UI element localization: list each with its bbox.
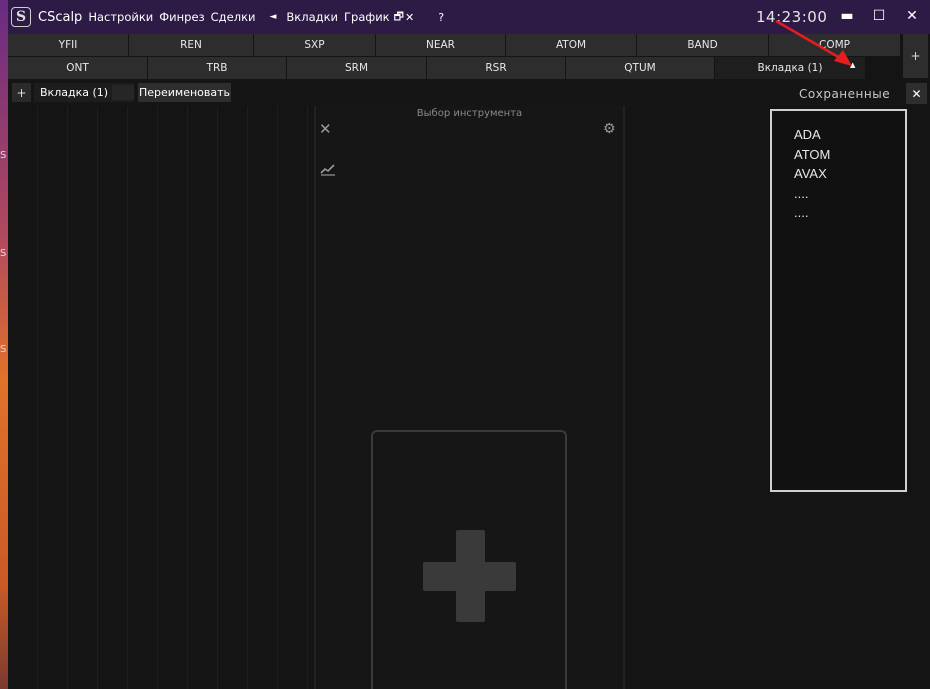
instrument-tab-comp[interactable]: COMP: [769, 34, 900, 56]
instrument-tab-srm[interactable]: SRM: [287, 57, 426, 79]
instrument-tab-atom[interactable]: ATOM: [506, 34, 636, 56]
app-title: CScalp: [38, 9, 83, 25]
saved-label: Сохраненные: [799, 87, 891, 101]
list-item[interactable]: ATOM: [794, 145, 905, 165]
minimize-icon[interactable]: ▬: [837, 6, 857, 26]
menu-trades[interactable]: Сделки: [211, 10, 256, 24]
instrument-tab-yfii[interactable]: YFII: [8, 34, 128, 56]
chart-icon[interactable]: [320, 162, 336, 176]
saved-instruments-list: ADA ATOM AVAX .... ....: [770, 109, 907, 492]
instrument-tab-trb[interactable]: TRB: [148, 57, 286, 79]
instrument-row-2: ONT TRB SRM RSR QTUM Вкладка (1): [8, 57, 866, 79]
tab-toolbar: + Вкладка (1) Переименовать Сохраненные …: [8, 80, 930, 106]
close-small-icon[interactable]: ✕: [405, 11, 414, 24]
close-window-icon[interactable]: ✕: [902, 6, 922, 26]
list-item[interactable]: ....: [794, 203, 905, 223]
close-icon[interactable]: ✕: [319, 120, 332, 138]
desktop-icon-label: S: [0, 150, 7, 161]
instrument-tab-near[interactable]: NEAR: [376, 34, 505, 56]
menu-finres[interactable]: Финрез: [159, 10, 204, 24]
instrument-select-panel: Выбор инструмента ✕ ⚙: [316, 106, 623, 689]
instrument-row-1: YFII REN SXP NEAR ATOM BAND COMP: [8, 34, 901, 56]
menu-chart[interactable]: График: [344, 10, 390, 24]
triangle-left-icon[interactable]: ◄: [269, 12, 276, 22]
maximize-icon[interactable]: ☐: [869, 6, 889, 26]
instrument-tab-band[interactable]: BAND: [637, 34, 768, 56]
active-tab-label[interactable]: Вкладка (1): [715, 57, 865, 79]
close-saved-button[interactable]: ✕: [906, 83, 927, 104]
instrument-tab-sxp[interactable]: SXP: [254, 34, 375, 56]
tab-name-field[interactable]: Вкладка (1): [34, 83, 134, 102]
add-instrument-card[interactable]: [371, 430, 567, 689]
list-item[interactable]: ....: [794, 184, 905, 204]
tab-name-value: Вкладка (1): [40, 86, 109, 99]
list-item[interactable]: AVAX: [794, 164, 905, 184]
desktop-icon-label: S: [0, 344, 7, 355]
help-button[interactable]: ?: [438, 11, 444, 24]
tab-name-field-fill: [112, 85, 134, 100]
clock: 14:23:00: [756, 8, 828, 26]
menu-tabs[interactable]: Вкладки: [286, 10, 338, 24]
desktop-icon-label: S: [0, 248, 7, 259]
list-item[interactable]: ADA: [794, 125, 905, 145]
app-logo-icon: S: [11, 7, 31, 27]
instrument-tab-qtum[interactable]: QTUM: [566, 57, 714, 79]
gear-icon[interactable]: ⚙: [603, 121, 616, 137]
left-workspace-panel: [8, 106, 314, 689]
plus-icon-horizontal: [423, 562, 516, 591]
add-tab-button[interactable]: +: [12, 83, 31, 102]
triangle-up-icon[interactable]: ▲: [850, 61, 855, 69]
instrument-tab-rsr[interactable]: RSR: [427, 57, 565, 79]
menu-settings[interactable]: Настройки: [88, 10, 153, 24]
instrument-tab-ont[interactable]: ONT: [8, 57, 147, 79]
rename-button[interactable]: Переименовать: [138, 83, 231, 102]
restore-window-icon[interactable]: 🗗: [394, 8, 404, 27]
add-instrument-button[interactable]: +: [903, 34, 928, 78]
instrument-tab-ren[interactable]: REN: [129, 34, 253, 56]
panel-title: Выбор инструмента: [416, 108, 523, 119]
